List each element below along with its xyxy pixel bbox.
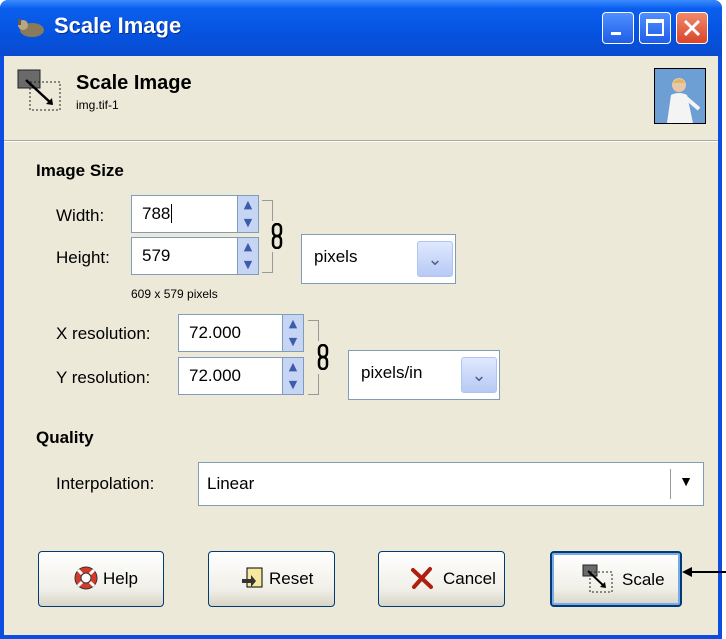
interpolation-value: Linear <box>207 474 255 493</box>
cancel-label: Cancel <box>443 569 496 588</box>
reset-label: Reset <box>269 569 314 588</box>
minimize-icon <box>611 32 621 35</box>
chevron-down-icon: ⌄ <box>417 241 453 277</box>
bracket-top <box>262 200 273 221</box>
header-title: Scale Image <box>76 72 192 94</box>
dropdown-arrow-icon: ▼ <box>679 473 693 489</box>
size-info-text: 609 x 579 pixels <box>131 287 218 301</box>
close-button[interactable] <box>676 12 708 44</box>
chevron-down-icon: ⌄ <box>461 357 497 393</box>
spin-down-icon[interactable]: ▼ <box>238 214 258 232</box>
cancel-button[interactable]: Cancel <box>378 551 505 607</box>
resolution-unit-value: pixels/in <box>361 363 423 382</box>
y-resolution-spinner[interactable]: ▲ ▼ <box>282 357 304 395</box>
height-label: Height: <box>56 248 110 267</box>
bracket-top <box>308 320 319 341</box>
annotation-arrow-icon <box>682 567 726 577</box>
lifebuoy-icon <box>74 566 98 590</box>
size-unit-select[interactable]: pixels ⌄ <box>301 234 456 284</box>
x-resolution-label: X resolution: <box>56 324 151 343</box>
scale-icon <box>582 564 613 593</box>
spin-down-icon[interactable]: ▼ <box>283 333 303 351</box>
width-spinner[interactable]: ▲ ▼ <box>237 195 259 233</box>
bracket-bottom <box>308 374 319 395</box>
help-label: Help <box>103 569 138 588</box>
height-spinner[interactable]: ▲ ▼ <box>237 237 259 275</box>
minimize-button[interactable] <box>602 12 634 44</box>
scale-image-icon <box>17 69 61 111</box>
image-thumbnail <box>654 68 706 124</box>
bracket-bottom <box>262 252 273 273</box>
header-subtitle: img.tif-1 <box>76 98 119 112</box>
spin-up-icon[interactable]: ▲ <box>283 358 303 376</box>
window-title: Scale Image <box>54 13 182 38</box>
scale-button[interactable]: Scale <box>550 551 682 607</box>
interpolation-label: Interpolation: <box>56 474 155 493</box>
spin-up-icon[interactable]: ▲ <box>238 196 258 214</box>
quality-heading: Quality <box>36 428 94 447</box>
chain-link-icon[interactable] <box>314 344 332 370</box>
interpolation-select[interactable]: Linear ▼ <box>198 462 704 506</box>
spin-up-icon[interactable]: ▲ <box>238 238 258 256</box>
size-unit-value: pixels <box>314 247 358 266</box>
height-input[interactable]: 579 <box>131 237 239 275</box>
spin-up-icon[interactable]: ▲ <box>283 315 303 333</box>
dialog-window: Scale Image Scale Image img.tif-1 Image … <box>0 0 722 639</box>
reset-button[interactable]: Reset <box>208 551 335 607</box>
resolution-unit-select[interactable]: pixels/in ⌄ <box>348 350 500 400</box>
combo-divider <box>670 469 671 499</box>
close-icon <box>683 19 701 37</box>
y-resolution-label: Y resolution: <box>56 368 151 387</box>
help-button[interactable]: Help <box>38 551 164 607</box>
maximize-button[interactable] <box>639 12 671 44</box>
x-resolution-spinner[interactable]: ▲ ▼ <box>282 314 304 352</box>
dialog-header: Scale Image img.tif-1 <box>4 56 718 130</box>
gimp-app-icon <box>18 19 44 37</box>
scale-label: Scale <box>622 570 665 589</box>
image-size-heading: Image Size <box>36 161 124 180</box>
title-bar[interactable]: Scale Image <box>0 0 722 56</box>
header-separator <box>4 140 718 142</box>
width-label: Width: <box>56 206 105 225</box>
chain-link-icon[interactable] <box>268 223 286 249</box>
maximize-icon <box>646 19 664 36</box>
dialog-body: Scale Image img.tif-1 Image Size Width: … <box>4 56 718 635</box>
reset-icon <box>242 567 263 588</box>
spin-down-icon[interactable]: ▼ <box>238 256 258 274</box>
spin-down-icon[interactable]: ▼ <box>283 376 303 394</box>
y-resolution-input[interactable]: 72.000 <box>178 357 284 395</box>
x-resolution-input[interactable]: 72.000 <box>178 314 284 352</box>
width-input[interactable]: 788 <box>131 195 239 233</box>
cancel-x-icon <box>411 567 433 589</box>
